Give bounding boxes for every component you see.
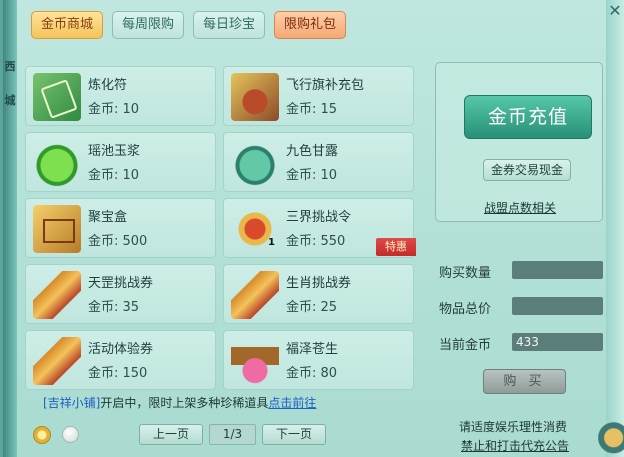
notice-goto-link[interactable]: 点击前往: [268, 396, 316, 410]
item-name: 瑶池玉浆: [88, 144, 141, 159]
item-price: 金币: 35: [88, 300, 140, 315]
shop-item[interactable]: 活动体验券 金币: 150: [25, 330, 216, 390]
scroll-icon: [33, 271, 81, 319]
gold-recharge-button[interactable]: 金币充值: [464, 95, 592, 139]
item-name: 聚宝盒: [88, 210, 128, 225]
health-notice: 请适度娱乐理性消费: [459, 420, 568, 434]
recharge-panel: 金币充值 金券交易现金 战盟点数相关: [435, 62, 603, 222]
shop-item[interactable]: 聚宝盒 金币: 500: [25, 198, 216, 258]
shop-tabs: 金币商城 每周限购 每日珍宝 限购礼包: [31, 11, 347, 39]
shop-item[interactable]: 瑶池玉浆 金币: 10: [25, 132, 216, 192]
shop-item[interactable]: 生肖挑战券 金币: 25: [223, 264, 414, 324]
item-name: 飞行旗补充包: [286, 78, 365, 93]
item-name: 三界挑战令: [286, 210, 352, 225]
current-gold-label: 当前金币: [439, 338, 492, 353]
left-strip-char: 西: [4, 60, 16, 73]
tab-weekly-limited[interactable]: 每周限购: [112, 11, 185, 39]
item-price: 金币: 550: [286, 234, 346, 249]
dew-potion-icon: [231, 139, 279, 187]
item-price: 金币: 80: [286, 366, 338, 381]
shop-item[interactable]: 福泽苍生 金币: 80: [223, 330, 414, 390]
item-price: 金币: 150: [88, 366, 148, 381]
item-name: 活动体验券: [88, 342, 154, 357]
quantity-label: 购买数量: [439, 266, 492, 281]
voucher-exchange-button[interactable]: 金券交易现金: [483, 159, 571, 181]
close-icon[interactable]: ✕: [606, 0, 624, 22]
shop-item[interactable]: 天罡挑战券 金币: 35: [25, 264, 216, 324]
total-price-field: [512, 297, 603, 315]
gold-shop-window: 西 城 ✕ 金币商城 每周限购 每日珍宝 限购礼包 炼化符 金币: 10 飞行旗…: [0, 0, 624, 457]
notice-shop-name: [吉祥小铺]: [43, 396, 101, 410]
item-name: 九色甘露: [286, 144, 339, 159]
shop-notice: [吉祥小铺]开启中，限时上架多种珍稀道具点击前往: [43, 394, 316, 411]
prev-page-button[interactable]: 上一页: [139, 424, 203, 445]
shop-item[interactable]: 1 三界挑战令 金币: 550 特惠: [223, 198, 416, 258]
item-price: 金币: 25: [286, 300, 338, 315]
item-price: 金币: 10: [88, 102, 140, 117]
left-side-strip: 西 城: [3, 0, 17, 457]
next-page-button[interactable]: 下一页: [262, 424, 326, 445]
silver-coin-icon[interactable]: [62, 426, 79, 443]
shop-item[interactable]: 九色甘露 金币: 10: [223, 132, 414, 192]
treasure-box-icon: [33, 205, 81, 253]
right-border-ornament: [606, 0, 624, 457]
anti-fraud-notice-link[interactable]: 禁止和打击代充公告: [461, 437, 569, 454]
jade-potion-icon: [33, 139, 81, 187]
item-name: 炼化符: [88, 78, 128, 93]
tab-daily-treasure[interactable]: 每日珍宝: [193, 11, 266, 39]
item-price: 金币: 10: [286, 168, 338, 183]
item-name: 天罡挑战券: [88, 276, 154, 291]
scroll-icon: [231, 271, 279, 319]
left-strip-char: 城: [4, 94, 16, 107]
shop-item[interactable]: 炼化符 金币: 10: [25, 66, 216, 126]
current-gold-field: 433: [512, 333, 603, 351]
notice-message: 开启中，限时上架多种珍稀道具: [100, 396, 269, 410]
item-price: 金币: 500: [88, 234, 148, 249]
potion-bottle-icon: [231, 337, 279, 385]
item-price: 金币: 10: [88, 168, 140, 183]
gold-coin-icon[interactable]: [33, 426, 51, 444]
shop-item[interactable]: 飞行旗补充包 金币: 15: [223, 66, 414, 126]
buy-button[interactable]: 购 买: [483, 369, 566, 394]
alliance-points-link[interactable]: 战盟点数相关: [484, 199, 556, 216]
special-offer-badge: 特惠: [376, 238, 416, 256]
page-indicator: 1/3: [209, 424, 256, 445]
corner-ornament-icon: [598, 409, 624, 457]
item-name: 生肖挑战券: [286, 276, 352, 291]
item-name: 福泽苍生: [286, 342, 339, 357]
flag-pack-icon: [231, 73, 279, 121]
tab-limited-gift-pack[interactable]: 限购礼包: [274, 11, 347, 39]
quantity-field[interactable]: [512, 261, 603, 279]
total-price-label: 物品总价: [439, 302, 492, 317]
scroll-icon: [33, 337, 81, 385]
talisman-icon: [33, 73, 81, 121]
tab-gold-mall[interactable]: 金币商城: [31, 11, 104, 39]
item-price: 金币: 15: [286, 102, 338, 117]
item-count-badge: 1: [268, 237, 275, 248]
